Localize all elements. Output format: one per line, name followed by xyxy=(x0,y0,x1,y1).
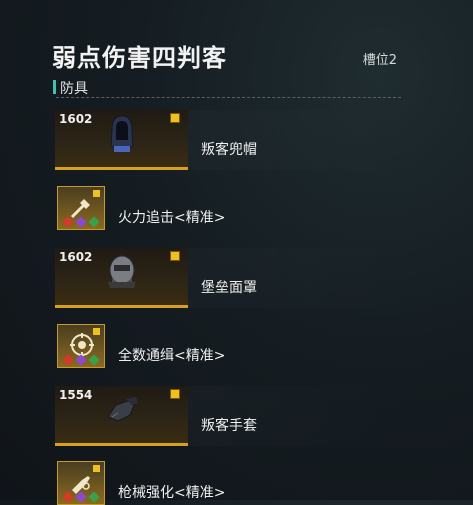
talent-icon-reload[interactable] xyxy=(57,186,105,230)
exotic-tag-icon xyxy=(170,113,180,123)
exotic-tag-icon xyxy=(93,190,100,197)
gear-power: 1602 xyxy=(59,250,93,264)
exotic-tag-icon xyxy=(170,251,180,261)
mask-icon xyxy=(106,254,138,294)
section-divider xyxy=(56,97,401,98)
gear-card-mask[interactable]: 1602 xyxy=(55,248,188,308)
exotic-tag-icon xyxy=(170,389,180,399)
hood-icon xyxy=(108,114,136,158)
exotic-tag-icon xyxy=(93,465,100,472)
section-accent-bar xyxy=(53,80,56,94)
slot-label: 槽位2 xyxy=(362,53,397,68)
talent-icon-gun[interactable] xyxy=(57,461,105,505)
gear-name: 叛客兜帽 xyxy=(201,142,257,158)
gear-name: 叛客手套 xyxy=(201,418,257,434)
section-title: 防具 xyxy=(60,81,88,97)
gear-card-hood[interactable]: 1602 xyxy=(55,110,188,170)
talent-name: 枪械强化<精准> xyxy=(118,485,226,501)
gear-name: 堡垒面罩 xyxy=(201,280,257,296)
talent-name: 全数通缉<精准> xyxy=(118,348,226,364)
gear-power: 1602 xyxy=(59,112,93,126)
gear-card-gloves[interactable]: 1554 xyxy=(55,386,188,446)
gloves-icon xyxy=(104,395,140,429)
page-title: 弱点伤害四判客 xyxy=(52,44,227,72)
gear-power: 1554 xyxy=(59,388,93,402)
talent-icon-target[interactable] xyxy=(57,324,105,368)
talent-name: 火力追击<精准> xyxy=(118,210,226,226)
